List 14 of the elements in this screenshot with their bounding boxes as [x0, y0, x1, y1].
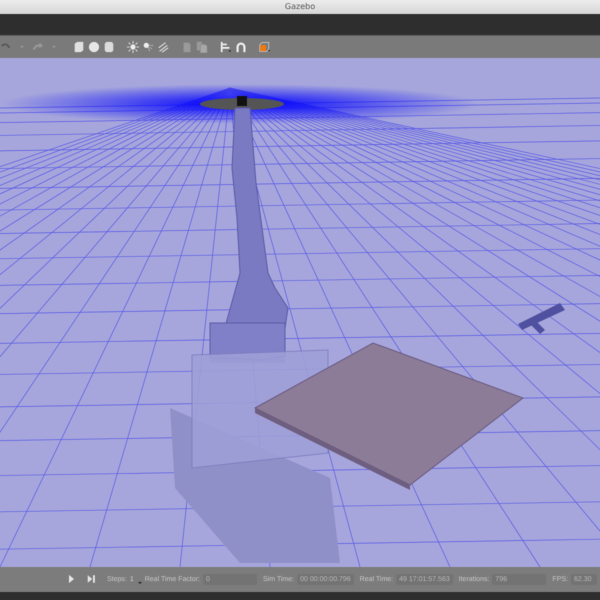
- paste-icon[interactable]: [196, 40, 208, 53]
- window-title: Gazebo: [284, 2, 316, 12]
- sun-icon[interactable]: [127, 40, 139, 53]
- align-icon[interactable]: [220, 40, 232, 53]
- step-icon[interactable]: [86, 574, 96, 584]
- spotlight-icon[interactable]: [142, 40, 154, 53]
- box-icon[interactable]: [73, 40, 85, 53]
- sphere-icon[interactable]: [88, 40, 100, 53]
- cylinder-icon[interactable]: [103, 40, 115, 53]
- directional-light-icon[interactable]: [157, 40, 169, 53]
- view-angle-icon[interactable]: [259, 40, 271, 53]
- magnet-icon[interactable]: [235, 40, 247, 53]
- play-icon[interactable]: [67, 574, 76, 584]
- bracket-drawing: [518, 302, 565, 334]
